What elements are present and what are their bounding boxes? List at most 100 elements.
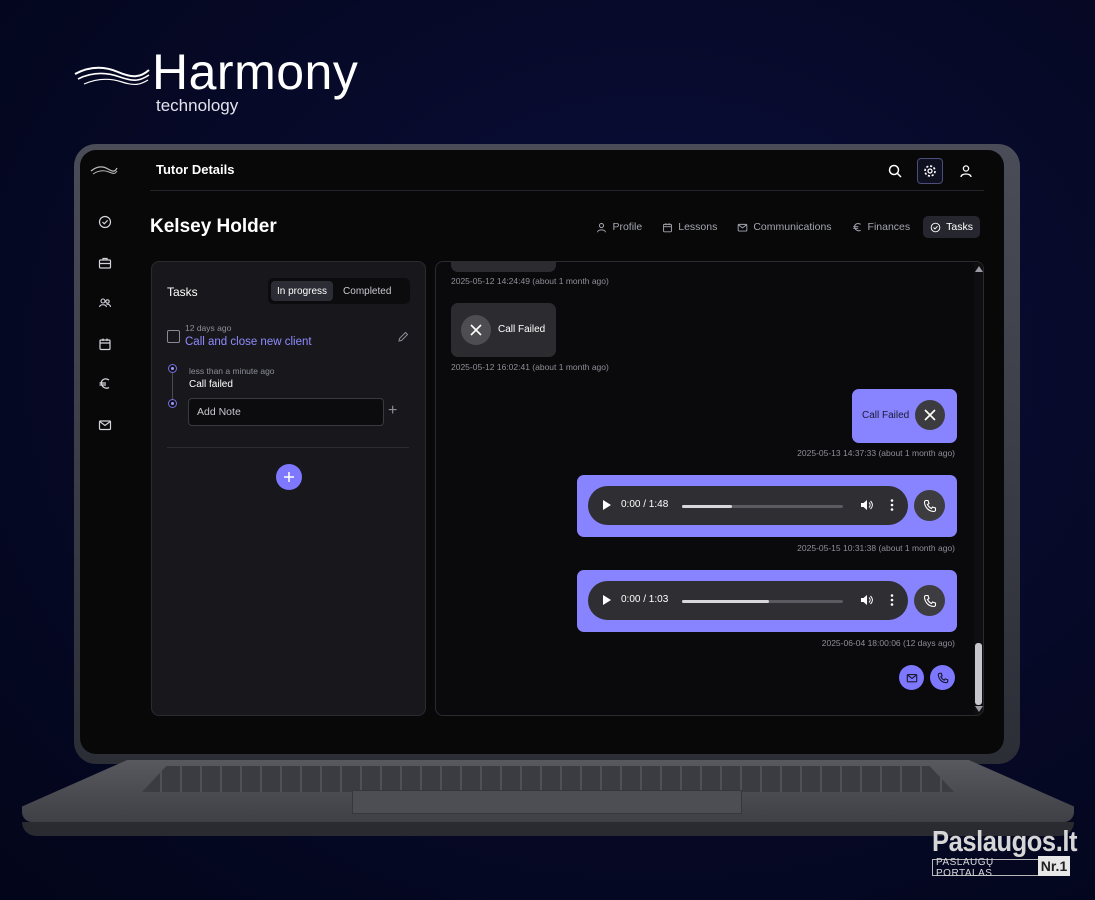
sidebar-item-tasks[interactable] [94, 211, 116, 233]
timeline-dot [168, 364, 177, 373]
close-icon [461, 315, 491, 345]
filter-in-progress[interactable]: In progress [271, 281, 334, 301]
topbar-title: Tutor Details [156, 162, 235, 177]
users-icon [98, 298, 112, 308]
audio-progress-track[interactable] [682, 505, 843, 508]
more-vertical-icon[interactable] [890, 498, 894, 512]
panel-divider [167, 447, 409, 448]
message-bubble-incoming [451, 262, 556, 272]
mail-icon [98, 420, 112, 431]
user-icon[interactable] [953, 158, 979, 184]
tab-label: Profile [612, 221, 643, 233]
euro-icon [852, 222, 861, 231]
audio-time: 0:00 / 1:48 [621, 499, 669, 510]
laptop-keyboard [142, 766, 954, 792]
audio-player[interactable]: 0:00 / 1:03 [588, 581, 908, 620]
tab-lessons[interactable]: Lessons [655, 216, 724, 238]
phone-icon[interactable] [914, 490, 945, 521]
laptop-edge [22, 822, 1074, 836]
user-icon [597, 222, 607, 232]
communications-panel[interactable]: 2025-05-12 14:24:49 (about 1 month ago) … [435, 261, 984, 716]
scroll-up-arrow[interactable] [975, 266, 983, 272]
laptop-base [22, 760, 1074, 840]
message-timestamp: 2025-05-12 16:02:41 (about 1 month ago) [451, 362, 609, 372]
tab-label: Lessons [678, 221, 718, 233]
watermark-badge: Nr.1 [1038, 856, 1070, 876]
audio-progress-fill [682, 505, 732, 508]
app-screen: Tutor Details Kelsey Holder Profile Less… [80, 150, 1004, 754]
tab-finances[interactable]: Finances [845, 216, 918, 238]
sidebar-item-jobs[interactable] [94, 252, 116, 274]
brand-logo: Harmony technology [74, 40, 404, 120]
scrollbar[interactable] [974, 263, 983, 715]
watermark-logo: Paslaugos.lt PASLAUGŲ PORTALAS Nr.1 [932, 826, 1077, 879]
play-icon[interactable] [603, 500, 611, 510]
message-bubble-outgoing: Call Failed [852, 389, 957, 443]
task-title-link[interactable]: Call and close new client [185, 336, 312, 348]
tab-profile[interactable]: Profile [589, 216, 649, 238]
mail-icon [906, 673, 917, 682]
mail-icon [738, 223, 748, 232]
message-bubble-audio: 0:00 / 1:03 [577, 570, 957, 632]
message-timestamp: 2025-05-12 14:24:49 (about 1 month ago) [451, 276, 609, 286]
message-bubble-audio: 0:00 / 1:48 [577, 475, 957, 537]
play-icon[interactable] [603, 595, 611, 605]
gear-icon[interactable] [917, 158, 943, 184]
page-title: Kelsey Holder [150, 216, 277, 237]
audio-progress-track[interactable] [682, 600, 843, 603]
message-timestamp: 2025-06-04 18:00:06 (12 days ago) [821, 638, 955, 648]
audio-player[interactable]: 0:00 / 1:48 [588, 486, 908, 525]
task-time: 12 days ago [185, 323, 232, 333]
phone-icon[interactable] [914, 585, 945, 616]
tab-tasks[interactable]: Tasks [923, 216, 980, 238]
sidebar-item-people[interactable] [94, 292, 116, 314]
add-note-input[interactable]: Add Note [188, 398, 384, 426]
call-button[interactable] [930, 665, 955, 690]
wave-logo-icon [74, 66, 150, 86]
filter-completed[interactable]: Completed [337, 281, 397, 301]
brand-name: Harmony [152, 44, 359, 100]
add-task-button[interactable] [276, 464, 302, 490]
tasks-panel: Tasks In progress Completed 12 days ago … [151, 261, 426, 716]
tab-label: Communications [753, 221, 832, 233]
sidebar-item-calendar[interactable] [94, 333, 116, 355]
audio-progress-fill [682, 600, 769, 603]
tab-bar: Profile Lessons Communications Finances … [589, 216, 980, 238]
tab-label: Tasks [946, 221, 973, 233]
close-icon [915, 400, 945, 430]
send-email-button[interactable] [899, 665, 924, 690]
topbar-divider [150, 190, 984, 191]
briefcase-icon [98, 257, 112, 269]
more-vertical-icon[interactable] [890, 593, 894, 607]
brand-subtitle: technology [156, 96, 239, 115]
tab-communications[interactable]: Communications [730, 216, 838, 238]
plus-icon [284, 472, 294, 482]
volume-icon[interactable] [860, 499, 873, 511]
phone-icon [937, 672, 948, 683]
check-circle-icon [930, 222, 941, 232]
sidebar-item-finances[interactable] [94, 373, 116, 395]
call-failed-label: Call Failed [862, 410, 910, 421]
watermark-sub: PASLAUGŲ PORTALAS [932, 857, 1042, 879]
note-time: less than a minute ago [189, 366, 275, 376]
app-logo-icon[interactable] [90, 165, 118, 177]
timeline-dot [168, 399, 177, 408]
message-timestamp: 2025-05-15 10:31:38 (about 1 month ago) [797, 543, 955, 553]
task-checkbox[interactable] [167, 330, 180, 343]
add-note-button[interactable]: + [388, 403, 397, 419]
note-text: Call failed [189, 379, 233, 390]
message-timestamp: 2025-05-13 14:37:33 (about 1 month ago) [797, 448, 955, 458]
search-icon[interactable] [882, 158, 908, 184]
sidebar-item-mail[interactable] [94, 414, 116, 436]
pencil-icon[interactable] [397, 331, 409, 343]
volume-icon[interactable] [860, 594, 873, 606]
audio-time: 0:00 / 1:03 [621, 594, 669, 605]
tasks-title: Tasks [167, 285, 198, 299]
euro-icon [99, 378, 110, 389]
tab-label: Finances [867, 221, 911, 233]
check-circle-icon [98, 215, 112, 229]
calendar-icon [99, 338, 111, 351]
watermark-main: Paslaugos.lt [932, 826, 1078, 858]
scroll-down-arrow[interactable] [975, 706, 983, 712]
scrollbar-thumb[interactable] [975, 643, 982, 705]
